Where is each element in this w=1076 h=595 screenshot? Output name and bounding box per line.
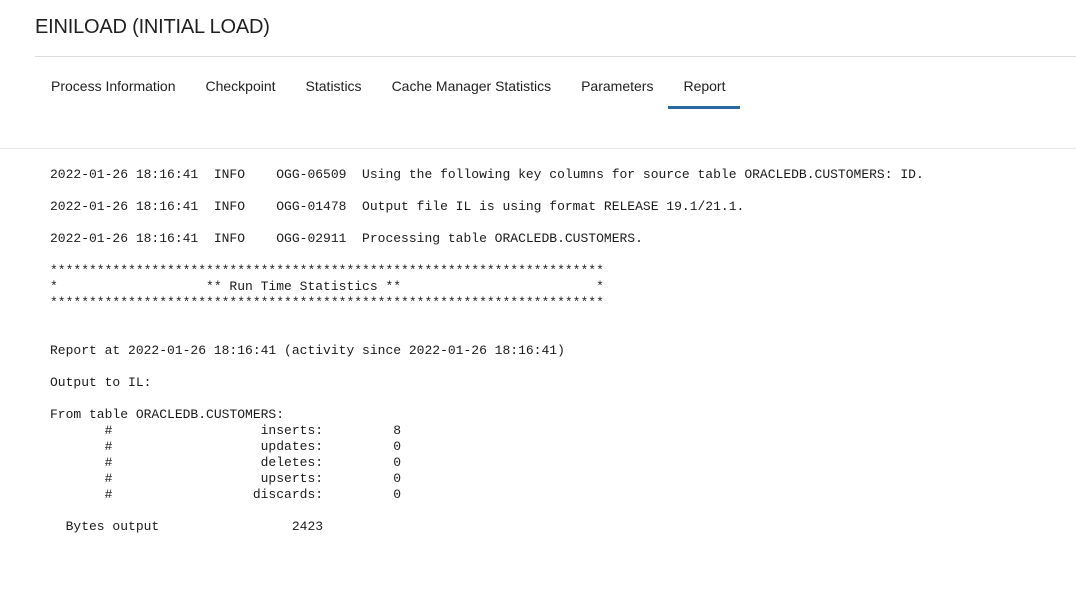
report-line [50, 215, 924, 231]
tab-parameters[interactable]: Parameters [566, 72, 668, 106]
report-line: 2022-01-26 18:16:41 INFO OGG-01478 Outpu… [50, 199, 745, 214]
report-line: # updates: 0 [50, 439, 402, 454]
report-line [50, 327, 924, 343]
report-line: ****************************************… [50, 263, 604, 278]
report-line [50, 247, 924, 263]
tab-statistics[interactable]: Statistics [291, 72, 377, 106]
tab-bar: Process Information Checkpoint Statistic… [36, 72, 741, 109]
report-line: # upserts: 0 [50, 471, 402, 486]
page-title: EINILOAD (INITIAL LOAD) [35, 16, 270, 38]
report-line: # deletes: 0 [50, 455, 402, 470]
report-pane[interactable]: Database Unique Name: GGDEMO_A.2022-01-2… [0, 148, 1076, 595]
tab-process-information[interactable]: Process Information [36, 72, 191, 106]
report-line [50, 151, 924, 167]
report-line: 2022-01-26 18:16:41 INFO OGG-06509 Using… [50, 167, 924, 182]
report-line: # discards: 0 [50, 487, 402, 502]
report-line: Report at 2022-01-26 18:16:41 (activity … [50, 343, 565, 358]
report-line [50, 183, 924, 199]
report-line: Bytes output 2423 [50, 519, 324, 534]
tab-report[interactable]: Report [668, 72, 741, 109]
title-divider [35, 56, 1076, 57]
report-text: Database Unique Name: GGDEMO_A.2022-01-2… [50, 149, 924, 535]
tab-checkpoint[interactable]: Checkpoint [191, 72, 291, 106]
report-line [50, 311, 924, 327]
report-line: 2022-01-26 18:16:41 INFO OGG-02911 Proce… [50, 231, 643, 246]
report-line: # inserts: 8 [50, 423, 402, 438]
report-line: * ** Run Time Statistics ** * [50, 279, 604, 294]
report-line: Output to IL: [50, 375, 152, 390]
tab-cache-manager-statistics[interactable]: Cache Manager Statistics [377, 72, 567, 106]
report-line [50, 503, 924, 519]
report-line: ****************************************… [50, 295, 604, 310]
report-line [50, 391, 924, 407]
report-line: From table ORACLEDB.CUSTOMERS: [50, 407, 285, 422]
report-line [50, 359, 924, 375]
